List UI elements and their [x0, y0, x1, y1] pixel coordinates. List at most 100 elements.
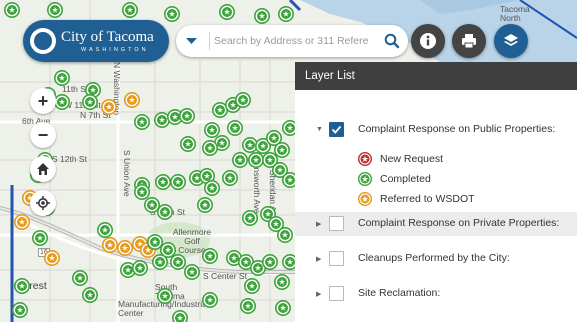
zoom-out-button[interactable]: − — [30, 122, 56, 148]
complaint-marker-icon[interactable] — [147, 234, 164, 251]
complaint-marker-icon[interactable] — [180, 136, 197, 153]
complaint-marker-icon[interactable] — [254, 8, 271, 24]
new-request-star-icon — [358, 152, 372, 166]
complaint-marker-icon[interactable] — [31, 230, 48, 247]
layer-item-public-complaints[interactable]: ▼ Complaint Response on Public Propertie… — [295, 118, 577, 142]
complaint-marker-icon[interactable] — [202, 248, 219, 265]
search-source-dropdown[interactable] — [176, 25, 208, 57]
complaint-marker-icon[interactable] — [154, 112, 171, 129]
complaint-marker-icon[interactable] — [170, 254, 187, 271]
layer-checkbox[interactable] — [329, 122, 344, 137]
complaint-marker-icon[interactable] — [184, 263, 201, 280]
search-divider — [209, 32, 210, 50]
city-logo[interactable]: City of Tacoma WASHINGTON — [23, 20, 169, 62]
complaint-marker-icon[interactable] — [240, 297, 257, 314]
complaint-marker-icon[interactable] — [170, 174, 187, 191]
complaint-marker-icon[interactable] — [14, 214, 30, 231]
complaint-marker-icon[interactable] — [164, 6, 181, 22]
complaint-marker-icon[interactable] — [4, 2, 20, 18]
zoom-in-icon: + — [37, 91, 49, 111]
complaint-marker-icon[interactable] — [235, 92, 252, 109]
complaint-marker-icon[interactable] — [261, 254, 278, 271]
complaint-marker-icon[interactable] — [204, 180, 221, 197]
expand-arrow-icon[interactable]: ▼ — [316, 126, 323, 133]
referred-star-icon — [358, 192, 372, 206]
complaint-marker-icon[interactable] — [134, 114, 151, 131]
complaint-marker-icon[interactable] — [197, 197, 214, 214]
complaint-marker-icon[interactable] — [144, 197, 161, 214]
layers-button[interactable] — [494, 24, 528, 58]
complaint-marker-icon[interactable] — [227, 120, 244, 137]
layer-label: Complaint Response on Public Properties: — [358, 123, 556, 135]
layer-item-site-reclamation[interactable]: ▶ Site Reclamation: — [295, 282, 577, 306]
complaint-marker-icon[interactable] — [157, 287, 174, 304]
complaint-marker-icon[interactable] — [172, 310, 188, 322]
complaint-marker-icon[interactable] — [202, 140, 219, 157]
caret-down-icon — [186, 38, 197, 44]
layer-label: Complaint Response on Private Properties… — [358, 217, 560, 229]
complaint-marker-icon[interactable] — [53, 70, 70, 87]
complaint-marker-icon[interactable] — [46, 2, 63, 18]
complaint-marker-icon[interactable] — [117, 240, 134, 257]
panel-title: Layer List — [305, 70, 355, 82]
complaint-marker-icon[interactable] — [242, 137, 259, 154]
layer-checkbox[interactable] — [329, 216, 344, 231]
complaint-marker-icon[interactable] — [132, 259, 149, 276]
print-button[interactable] — [452, 24, 486, 58]
legend-label: New Request — [380, 153, 444, 165]
search-bar — [176, 25, 408, 57]
locate-icon — [36, 196, 50, 210]
home-icon — [37, 163, 49, 175]
complaint-marker-icon[interactable] — [232, 152, 249, 169]
complaint-marker-icon[interactable] — [157, 204, 174, 221]
complaint-marker-icon[interactable] — [97, 222, 114, 239]
search-input[interactable] — [214, 31, 368, 51]
layer-label: Cleanups Performed by the City: — [358, 252, 510, 264]
complaint-marker-icon[interactable] — [14, 277, 30, 294]
complaint-marker-icon[interactable] — [248, 152, 265, 169]
complaint-marker-icon[interactable] — [152, 254, 169, 271]
complaint-marker-icon[interactable] — [43, 250, 60, 267]
expand-arrow-icon[interactable]: ▶ — [316, 290, 321, 298]
layer-checkbox[interactable] — [329, 251, 344, 266]
complaint-marker-icon[interactable] — [219, 4, 236, 20]
complaint-marker-icon[interactable] — [101, 99, 118, 116]
expand-arrow-icon[interactable]: ▶ — [316, 255, 321, 263]
complaint-marker-icon[interactable] — [82, 286, 99, 303]
complaint-marker-icon[interactable] — [273, 273, 290, 290]
search-button[interactable] — [382, 31, 402, 51]
complaint-marker-icon[interactable] — [72, 269, 89, 286]
complaint-marker-icon[interactable] — [244, 277, 261, 294]
zoom-in-button[interactable]: + — [30, 88, 56, 114]
complaint-marker-icon[interactable] — [179, 108, 196, 125]
complaint-marker-icon[interactable] — [204, 122, 221, 139]
brand-title: City of Tacoma — [61, 29, 154, 45]
info-button[interactable] — [411, 24, 445, 58]
legend-label: Completed — [380, 173, 431, 185]
complaint-marker-icon[interactable] — [82, 94, 99, 111]
complaint-marker-icon[interactable] — [155, 174, 172, 191]
locate-button[interactable] — [30, 190, 56, 216]
complaint-marker-icon[interactable] — [122, 2, 139, 18]
complaint-marker-icon[interactable] — [134, 184, 151, 201]
complaint-marker-icon[interactable] — [274, 299, 291, 316]
brand-subtitle: WASHINGTON — [81, 47, 149, 53]
layer-item-private-complaints[interactable]: ▶ Complaint Response on Private Properti… — [295, 212, 577, 236]
home-button[interactable] — [30, 156, 56, 182]
complaint-marker-icon[interactable] — [276, 227, 293, 244]
layer-item-cleanups[interactable]: ▶ Cleanups Performed by the City: — [295, 247, 577, 271]
complaint-marker-icon[interactable] — [242, 210, 259, 227]
complaint-marker-icon[interactable] — [12, 301, 28, 318]
expand-arrow-icon[interactable]: ▶ — [316, 220, 321, 228]
layers-icon — [504, 34, 518, 46]
complaint-marker-icon[interactable] — [102, 237, 119, 254]
complaint-marker-icon[interactable] — [202, 291, 219, 308]
complaint-marker-icon[interactable] — [53, 94, 70, 111]
checkmark-icon — [331, 125, 342, 134]
layer-label: Site Reclamation: — [358, 287, 441, 299]
complaint-marker-icon[interactable] — [277, 6, 294, 22]
complaint-marker-icon[interactable] — [222, 170, 239, 187]
complaint-marker-icon[interactable] — [124, 92, 141, 109]
layer-checkbox[interactable] — [329, 286, 344, 301]
complaint-marker-icon[interactable] — [273, 142, 290, 159]
